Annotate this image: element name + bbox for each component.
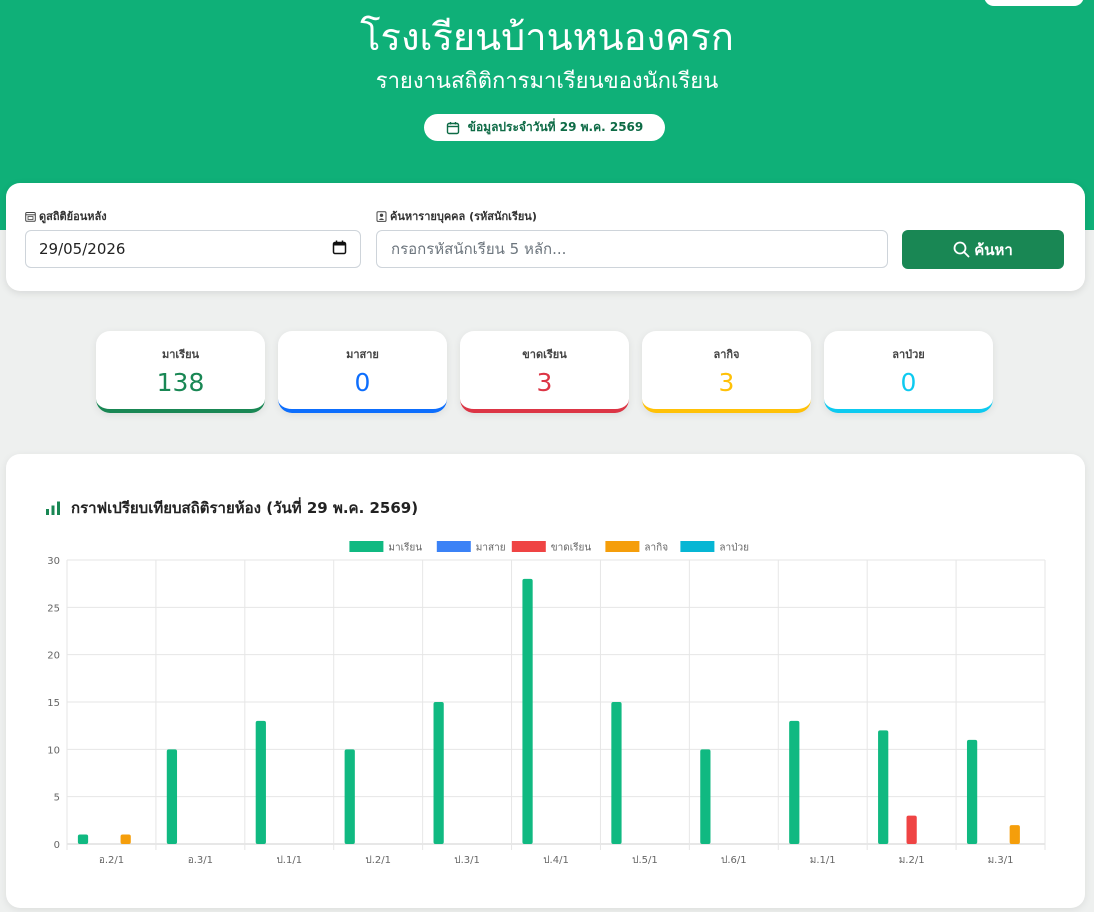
bar: [522, 578, 533, 844]
report-date-text: ข้อมูลประจำวันที่ 29 พ.ค. 2569: [467, 120, 644, 134]
stat-label: มาเรียน: [161, 348, 200, 361]
x-tick-label: อ.3/1: [188, 855, 213, 866]
stat-card-sick-leave: ลาป่วย 0: [824, 331, 993, 413]
student-id-search-input[interactable]: [376, 230, 888, 268]
stat-value: 138: [156, 368, 205, 397]
bar: [1009, 825, 1020, 844]
top-corner-button[interactable]: [984, 0, 1084, 6]
legend-label: ลากิจ: [644, 543, 668, 554]
stat-value: 0: [900, 368, 917, 397]
bar: [611, 702, 622, 844]
y-tick-label: 25: [47, 603, 60, 614]
stat-value: 3: [718, 368, 735, 397]
x-tick-label: อ.2/1: [99, 855, 124, 866]
legend-label: มาเรียน: [388, 542, 422, 554]
bar: [789, 720, 800, 844]
history-date-input[interactable]: 29/05/2026: [25, 230, 361, 268]
x-tick-label: ป.5/1: [632, 855, 658, 866]
y-tick-label: 20: [47, 651, 60, 662]
date-value: 29/05/2026: [39, 240, 126, 258]
stat-card-present: มาเรียน 138: [96, 331, 265, 413]
search-button[interactable]: ค้นหา: [902, 230, 1064, 269]
school-name: โรงเรียนบ้านหนองครก: [360, 15, 734, 59]
id-card-icon: [376, 210, 387, 222]
legend-swatch: [605, 541, 640, 552]
calendar-icon: [446, 121, 460, 135]
y-tick-label: 5: [54, 793, 60, 804]
stat-card-late: มาสาย 0: [278, 331, 447, 413]
x-tick-label: ป.6/1: [721, 855, 747, 866]
y-tick-label: 10: [47, 745, 60, 756]
stat-label: ลาป่วย: [892, 348, 925, 361]
stat-card-absent: ขาดเรียน 3: [460, 331, 629, 413]
stat-label: ขาดเรียน: [522, 348, 567, 361]
calendar-picker-icon[interactable]: [332, 240, 347, 259]
bar: [344, 749, 355, 844]
bar: [700, 749, 711, 844]
bar: [120, 834, 131, 844]
x-tick-label: ป.4/1: [543, 855, 569, 866]
legend-label: มาสาย: [476, 543, 506, 554]
report-date-badge: ข้อมูลประจำวันที่ 29 พ.ค. 2569: [424, 114, 665, 141]
attendance-bar-chart: 0 5 10 15 20 25 30 อ.2/1 อ.3/1 ป.1/1 ป.2/1 ป.3/1 ป.4…: [47, 541, 1046, 866]
x-tick-label: ป.2/1: [365, 855, 391, 866]
stat-card-personal-leave: ลากิจ 3: [642, 331, 811, 413]
legend-swatch: [436, 541, 471, 552]
bar: [906, 815, 917, 844]
stat-label: มาสาย: [346, 348, 379, 361]
x-tick-label: ป.3/1: [454, 855, 480, 866]
report-subtitle: รายงานสถิติการมาเรียนของนักเรียน: [375, 69, 719, 94]
y-tick-label: 30: [47, 556, 60, 567]
x-tick-label: ป.1/1: [276, 855, 302, 866]
bar: [878, 730, 889, 844]
x-tick-label: ม.3/1: [988, 855, 1014, 866]
x-tick-label: ม.2/1: [899, 855, 925, 866]
bar: [255, 720, 266, 844]
search-button-label: ค้นหา: [974, 240, 1013, 259]
y-tick-label: 15: [47, 698, 60, 709]
chart-panel: กราฟเปรียบเทียบสถิติรายห้อง (วันที่ 29 พ…: [6, 454, 1085, 908]
legend-label: ขาดเรียน: [551, 542, 592, 554]
x-tick-label: ม.1/1: [810, 855, 836, 866]
legend-swatch: [680, 541, 715, 552]
bar: [166, 749, 178, 844]
stat-value: 0: [354, 368, 371, 397]
legend-label: ลาป่วย: [719, 543, 749, 554]
history-date-label: ดูสถิติย้อนหลัง: [25, 207, 107, 225]
bar: [966, 739, 978, 844]
y-tick-label: 0: [54, 840, 60, 851]
calendar-icon: [25, 211, 36, 222]
bar: [433, 702, 444, 844]
legend-swatch: [511, 541, 546, 552]
filter-panel: ดูสถิติย้อนหลัง 29/05/2026 ค้นหารายบุคคล…: [6, 183, 1085, 291]
stat-label: ลากิจ: [713, 348, 740, 361]
legend-swatch: [349, 541, 384, 552]
bar: [77, 834, 89, 844]
search-icon: [953, 241, 970, 258]
stat-value: 3: [536, 368, 553, 397]
student-search-label: ค้นหารายบุคคล (รหัสนักเรียน): [376, 207, 537, 225]
